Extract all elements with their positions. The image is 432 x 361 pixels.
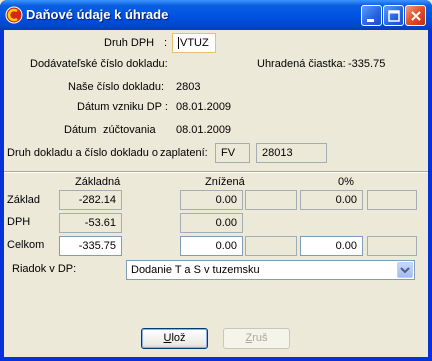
datum-vzniku-label: Dátum vzniku DP : <box>77 101 168 113</box>
maximize-button[interactable] <box>383 5 404 26</box>
riadok-value: Dodanie T a S v tuzemsku <box>131 264 260 276</box>
uhradena-label: Uhradená čiastka: <box>257 58 346 70</box>
row-zaklad-label: Základ <box>7 194 41 206</box>
datum-zuctovania-label: Dátum <box>64 124 97 136</box>
druh-dokladu-field[interactable]: FV <box>215 143 250 163</box>
col-zero-header: 0% <box>338 176 354 188</box>
section-divider <box>4 171 428 173</box>
druh-dph-label: Druh DPH <box>104 37 155 49</box>
col-zakladna-header: Základná <box>75 176 121 188</box>
riadok-label: Riadok v DP: <box>12 263 77 275</box>
dropdown-button[interactable] <box>397 262 413 278</box>
minimize-icon <box>367 19 374 22</box>
druh-dph-colon: : <box>164 37 168 49</box>
druh-dph-field[interactable]: VTUZ <box>172 33 216 53</box>
row-celkom-label: Celkom <box>7 239 45 251</box>
dodavatelske-label: Dodávateľské číslo dokladu: <box>30 58 168 70</box>
celkom-znizena-field[interactable]: 0.00 <box>180 236 243 256</box>
uhradena-value: -335.75 <box>348 58 386 70</box>
title-bar[interactable]: Daňové údaje k úhrade <box>0 0 432 30</box>
dialog-client: Druh DPH : VTUZ Dodávateľské číslo dokla… <box>4 30 428 357</box>
nase-cislo-label: Naše číslo dokladu: <box>68 81 164 93</box>
close-button[interactable] <box>405 5 426 26</box>
col-znizena-header: Znížená <box>205 176 245 188</box>
druh-dph-value: VTUZ <box>180 37 209 49</box>
zaklad-zero-field[interactable]: 0.00 <box>300 190 363 210</box>
window-title: Daňové údaje k úhrade <box>26 7 169 22</box>
riadok-select[interactable]: Dodanie T a S v tuzemsku <box>126 260 415 280</box>
close-icon <box>411 11 421 21</box>
celkom-zero-field[interactable]: 0.00 <box>300 236 363 256</box>
zaklad-znizena-dph-field[interactable] <box>245 190 297 210</box>
druh-dokladu-label-2: zaplatení: <box>160 147 208 159</box>
celkom-zakladna-field[interactable]: -335.75 <box>59 236 122 256</box>
minimize-button[interactable] <box>361 5 382 26</box>
app-logo-icon <box>5 6 23 24</box>
nase-cislo-value: 2803 <box>176 81 201 93</box>
datum-zuctovania-label-2: zúčtovania <box>103 124 156 136</box>
uloz-label: lož <box>171 332 186 344</box>
zaklad-zakladna-field[interactable]: -282.14 <box>59 190 122 210</box>
celkom-zero-extra-field[interactable] <box>367 236 417 256</box>
chevron-down-icon <box>400 267 410 274</box>
cislo-dokladu-field[interactable]: 28013 <box>256 143 327 163</box>
uloz-button[interactable]: Ulož <box>141 328 208 349</box>
dph-zakladna-field[interactable]: -53.61 <box>59 213 122 233</box>
zaklad-zero-extra-field[interactable] <box>367 190 417 210</box>
dialog-window: Daňové údaje k úhrade Druh DPH : VTUZ Do… <box>0 0 432 361</box>
row-dph-label: DPH <box>7 216 31 228</box>
datum-zuctovania-value: 08.01.2009 <box>176 124 232 136</box>
celkom-znizena-extra-field[interactable] <box>245 236 297 256</box>
maximize-icon <box>388 10 400 22</box>
zrus-label: ruš <box>252 332 268 344</box>
druh-dokladu-label: Druh dokladu a číslo dokladu o <box>7 147 159 159</box>
dph-znizena-field[interactable]: 0.00 <box>180 213 243 233</box>
datum-vzniku-value: 08.01.2009 <box>176 101 232 113</box>
zaklad-znizena-field[interactable]: 0.00 <box>180 190 243 210</box>
zrus-button[interactable]: Zruš <box>223 328 290 349</box>
